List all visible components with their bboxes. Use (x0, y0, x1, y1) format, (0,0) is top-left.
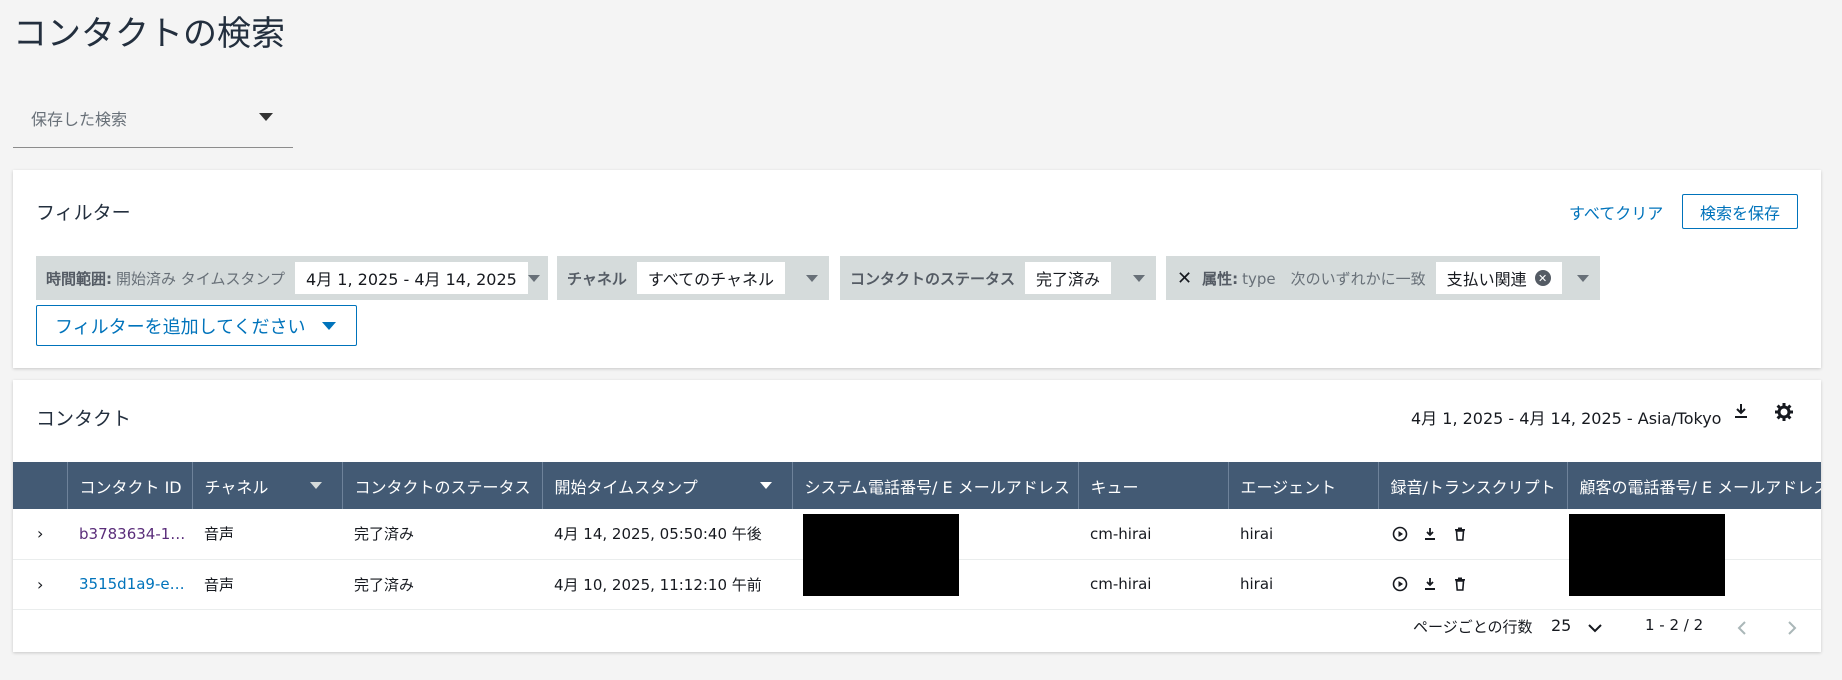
cell-recording (1378, 509, 1567, 559)
expand-row-icon[interactable]: › (13, 509, 67, 559)
add-filter-label: フィルターを追加してください (55, 316, 306, 338)
page-title: コンタクトの検索 (13, 14, 285, 54)
filter-chip-attribute[interactable]: ✕ 属性: type 次のいずれかに一致 支払い関連 ✕ (1166, 256, 1600, 300)
trash-icon[interactable] (1452, 576, 1468, 592)
column-header-start[interactable]: 開始タイムスタンプ (542, 462, 793, 509)
chevron-down-icon[interactable] (1133, 274, 1145, 282)
cell-queue: cm-hirai (1090, 575, 1152, 593)
cell-channel: 音声 (204, 575, 235, 594)
add-filter-button[interactable]: フィルターを追加してください (36, 305, 357, 346)
cell-recording (1378, 559, 1567, 609)
chevron-left-icon[interactable] (1735, 620, 1751, 636)
play-icon[interactable] (1392, 526, 1408, 542)
contact-id-link[interactable]: b3783634-1… (79, 525, 185, 543)
cell-status: 完了済み (354, 575, 415, 594)
chevron-down-icon[interactable] (806, 274, 818, 282)
chevron-down-icon[interactable] (1577, 274, 1589, 282)
chip-sub: type 次のいずれかに一致 (1242, 269, 1426, 288)
save-search-button[interactable]: 検索を保存 (1682, 194, 1798, 229)
expand-row-icon[interactable]: › (13, 559, 67, 609)
chip-value[interactable]: すべてのチャネル (636, 262, 785, 294)
cell-queue: cm-hirai (1090, 524, 1152, 543)
filters-title: フィルター (36, 202, 131, 224)
rows-per-page-select[interactable]: 25 (1551, 616, 1571, 635)
chevron-down-icon[interactable] (527, 274, 540, 282)
chevron-right-icon[interactable] (1783, 620, 1799, 636)
filters-panel: フィルター すべてクリア 検索を保存 時間範囲: 開始済み タイムスタンプ 4月… (13, 170, 1821, 368)
chip-sub: 開始済み タイムスタンプ (116, 269, 286, 288)
column-header-queue[interactable]: キュー (1078, 462, 1229, 509)
cell-status: 完了済み (354, 525, 415, 544)
chip-key: コンタクトのステータス (850, 269, 1016, 288)
cell-channel: 音声 (204, 525, 235, 544)
column-header-recording[interactable]: 録音/トランスクリプト (1378, 462, 1568, 509)
chip-key: 時間範囲: (46, 269, 112, 288)
redacted-customer-phone (1569, 514, 1725, 596)
saved-search-select[interactable]: 保存した検索 (13, 98, 293, 148)
contacts-title: コンタクト (36, 408, 132, 430)
date-range-text: 4月 1, 2025 - 4月 14, 2025 - Asia/Tokyo (1411, 409, 1722, 428)
chevron-down-icon[interactable] (1587, 620, 1603, 636)
column-header-status[interactable]: コンタクトのステータス (342, 462, 543, 509)
column-header-expand (13, 462, 68, 509)
play-icon[interactable] (1392, 576, 1408, 592)
column-header-system-phone[interactable]: システム電話番号/ E メールアドレス (792, 462, 1079, 509)
sort-desc-icon (759, 482, 772, 489)
contact-id-link[interactable]: 3515d1a9-e… (79, 575, 185, 593)
column-header-customer-phone[interactable]: 顧客の電話番号/ E メールアドレス (1567, 462, 1821, 509)
chevron-down-icon (259, 113, 273, 121)
column-header-label: チャネル (204, 477, 269, 497)
chevron-down-icon (321, 321, 336, 330)
column-header-channel[interactable]: チャネル (192, 462, 343, 509)
filter-chip-time-range[interactable]: 時間範囲: 開始済み タイムスタンプ 4月 1, 2025 - 4月 14, 2… (36, 256, 548, 300)
clear-all-link[interactable]: すべてクリア (1569, 200, 1663, 224)
pagination-range: 1 - 2 / 2 (1645, 616, 1704, 634)
filter-chip-channel[interactable]: チャネル すべてのチャネル (557, 256, 829, 300)
chip-value-token[interactable]: 支払い関連 ✕ (1435, 262, 1562, 294)
column-header-label: 開始タイムスタンプ (554, 477, 698, 497)
cell-agent: hirai (1240, 524, 1274, 543)
column-header-agent[interactable]: エージェント (1228, 462, 1379, 509)
cell-start: 4月 10, 2025, 11:12:10 午前 (554, 575, 762, 594)
contacts-panel: コンタクト 4月 1, 2025 - 4月 14, 2025 - Asia/To… (13, 380, 1821, 652)
close-icon[interactable]: ✕ (1177, 268, 1192, 289)
download-icon[interactable] (1422, 526, 1438, 542)
chip-key: チャネル (567, 269, 627, 288)
filter-chip-contact-status[interactable]: コンタクトのステータス 完了済み (840, 256, 1156, 300)
chip-key: 属性: (1202, 269, 1239, 288)
trash-icon[interactable] (1452, 526, 1468, 542)
column-header-contact-id[interactable]: コンタクト ID (67, 462, 193, 509)
table-header-row: コンタクト ID チャネル コンタクトのステータス 開始タイムスタンプ システム… (13, 462, 1821, 509)
remove-token-icon[interactable]: ✕ (1534, 270, 1551, 286)
download-icon[interactable] (1730, 401, 1752, 423)
gear-icon[interactable] (1773, 401, 1795, 423)
redacted-system-phone (803, 514, 959, 596)
sort-icon (309, 482, 322, 489)
chip-value: 支払い関連 (1446, 270, 1527, 289)
chip-value[interactable]: 完了済み (1025, 262, 1112, 294)
cell-agent: hirai (1240, 575, 1274, 593)
chip-value[interactable]: 4月 1, 2025 - 4月 14, 2025 (295, 262, 528, 294)
saved-search-placeholder: 保存した検索 (31, 110, 128, 129)
rows-per-page-label: ページごとの行数 (1413, 618, 1533, 636)
download-icon[interactable] (1422, 576, 1438, 592)
cell-start: 4月 14, 2025, 05:50:40 午後 (554, 525, 762, 544)
